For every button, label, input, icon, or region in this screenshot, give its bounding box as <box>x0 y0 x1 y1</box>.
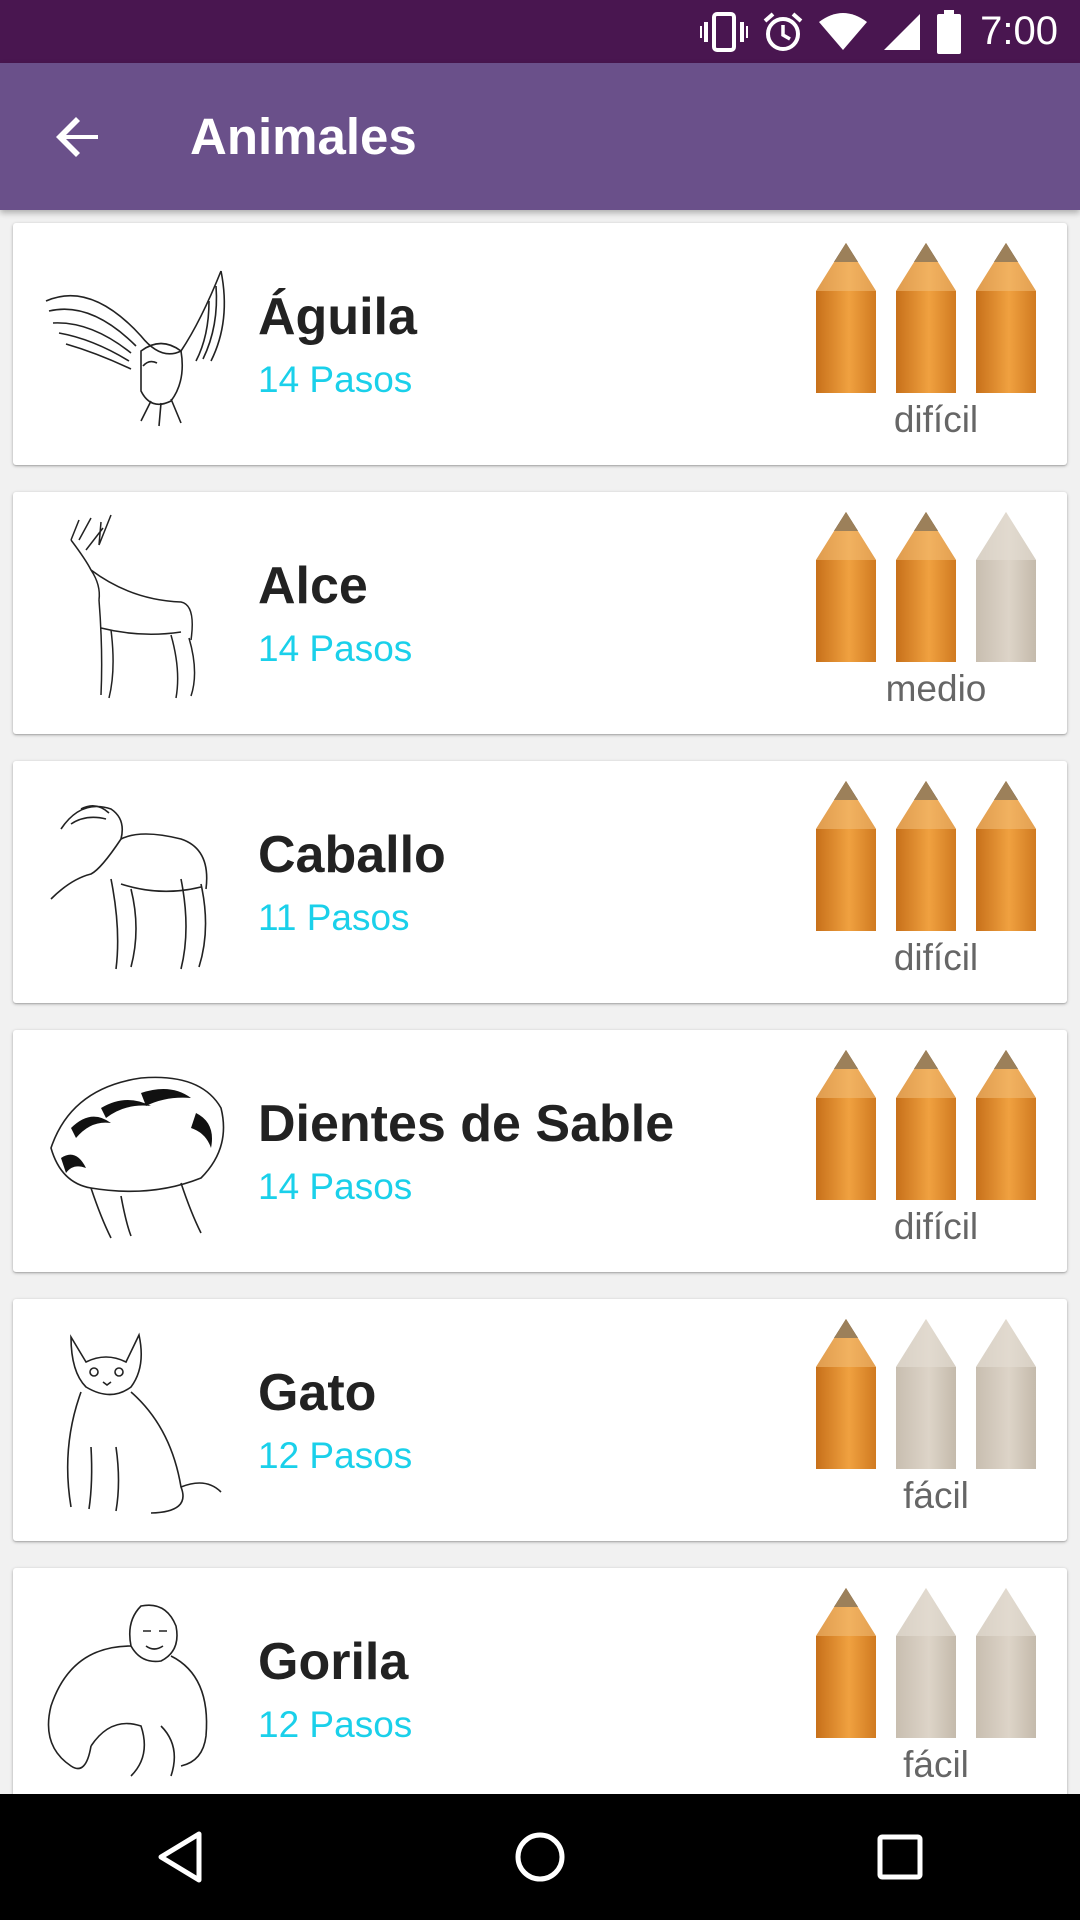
item-title: Gato <box>258 1364 377 1422</box>
pencil-icon <box>896 243 956 393</box>
pencil-inactive-icon <box>896 1319 956 1469</box>
difficulty-label: medio <box>885 668 987 709</box>
home-circle-icon <box>515 1832 565 1882</box>
vibrate-icon <box>700 11 749 53</box>
item-title: Alce <box>258 557 368 615</box>
page-title: Animales <box>190 108 417 165</box>
navigation-bar <box>0 1794 1080 1920</box>
arrow-back-icon <box>56 117 98 157</box>
list-item[interactable]: Águila 14 Pasos difícil <box>13 223 1067 465</box>
eagle-drawing <box>45 270 226 427</box>
nav-recents-button[interactable] <box>860 1817 940 1897</box>
difficulty-label: difícil <box>893 1206 979 1247</box>
pencil-icon <box>896 781 956 931</box>
signal-icon <box>882 12 922 52</box>
item-steps: 14 Pasos <box>258 628 413 669</box>
pencil-inactive-icon <box>976 1588 1036 1738</box>
horse-drawing <box>50 805 208 970</box>
list-item[interactable]: Caballo 11 Pasos difícil <box>13 761 1067 1003</box>
list-item[interactable]: Dientes de Sable 14 Pasos difícil <box>13 1030 1067 1272</box>
pencil-inactive-icon <box>976 512 1036 662</box>
list-item[interactable]: Alce 14 Pasos medio <box>13 492 1067 734</box>
pencil-icon <box>816 512 876 662</box>
alarm-icon <box>762 11 804 53</box>
app-bar: Animales <box>0 63 1080 210</box>
difficulty-label: difícil <box>893 937 979 978</box>
status-bar: 7:00 <box>0 0 1080 63</box>
pencil-icon <box>976 781 1036 931</box>
pencil-icon <box>976 243 1036 393</box>
difficulty-label: difícil <box>893 399 979 440</box>
status-time: 7:00 <box>980 9 1058 53</box>
pencil-icon <box>896 512 956 662</box>
difficulty-pencils <box>816 1319 1036 1469</box>
nav-back-button[interactable] <box>140 1817 220 1897</box>
pencil-icon <box>896 1050 956 1200</box>
animal-list[interactable]: Águila 14 Pasos difícil Alce 14 Pasos me… <box>0 210 1080 1794</box>
pencil-icon <box>816 1319 876 1469</box>
item-steps: 12 Pasos <box>258 1704 413 1745</box>
difficulty-pencils <box>816 512 1036 662</box>
difficulty-pencils <box>816 243 1036 393</box>
difficulty-pencils <box>816 781 1036 931</box>
cat-drawing <box>66 1332 222 1514</box>
item-steps: 14 Pasos <box>258 359 413 400</box>
item-steps: 11 Pasos <box>258 897 410 938</box>
list-item[interactable]: Gato 12 Pasos fácil <box>13 1299 1067 1541</box>
sabertooth-drawing <box>50 1076 225 1239</box>
gorilla-drawing <box>47 1604 208 1777</box>
item-title: Caballo <box>258 826 446 884</box>
item-steps: 14 Pasos <box>258 1166 413 1207</box>
pencil-inactive-icon <box>896 1588 956 1738</box>
pencil-icon <box>816 1050 876 1200</box>
item-title: Gorila <box>258 1633 409 1691</box>
difficulty-pencils <box>816 1050 1036 1200</box>
pencil-icon <box>816 781 876 931</box>
item-steps: 12 Pasos <box>258 1435 413 1476</box>
back-button[interactable] <box>40 99 116 175</box>
difficulty-label: fácil <box>903 1475 969 1516</box>
pencil-inactive-icon <box>976 1319 1036 1469</box>
pencil-icon <box>816 243 876 393</box>
screen: 7:00 Animales Águila 14 Pasos difícil Al… <box>0 0 1080 1920</box>
list-item[interactable]: Gorila 12 Pasos fácil <box>13 1568 1067 1794</box>
pencil-icon <box>976 1050 1036 1200</box>
battery-icon <box>936 9 962 54</box>
recents-square-icon <box>877 1834 923 1880</box>
wifi-icon <box>818 12 868 52</box>
item-title: Águila <box>258 288 417 346</box>
pencil-icon <box>816 1588 876 1738</box>
item-title: Dientes de Sable <box>258 1095 675 1153</box>
difficulty-label: fácil <box>903 1744 969 1785</box>
nav-home-button[interactable] <box>500 1817 580 1897</box>
moose-drawing <box>70 514 196 699</box>
difficulty-pencils <box>816 1588 1036 1738</box>
back-triangle-icon <box>158 1831 202 1883</box>
